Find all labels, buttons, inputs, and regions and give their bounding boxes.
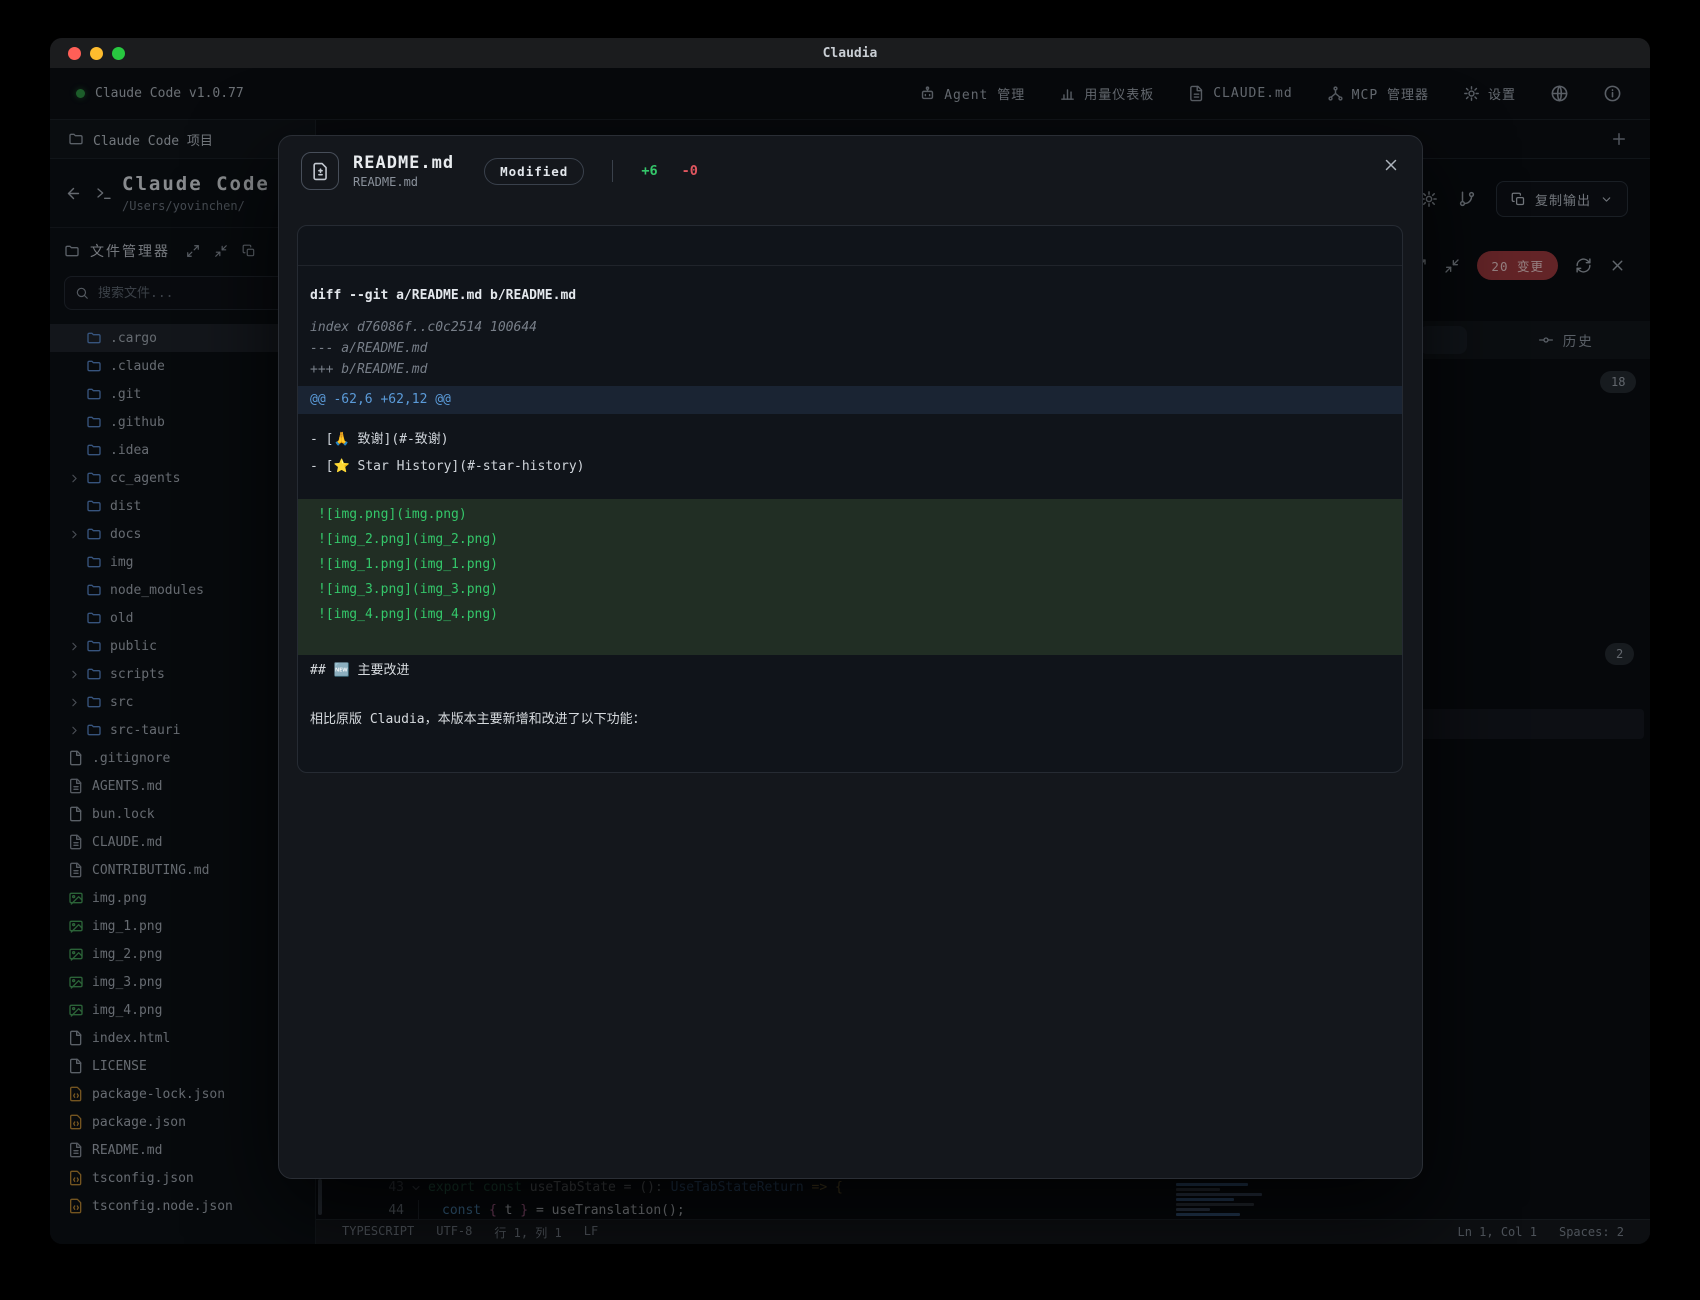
diff-added-line: ![img.png](img.png) — [298, 502, 1402, 527]
diff-added-line: ![img_2.png](img_2.png) — [298, 527, 1402, 552]
window-title: Claudia — [50, 46, 1650, 61]
diff-meta-line: --- a/README.md — [298, 338, 1402, 359]
diff-context-line: - [⭐ Star History](#-star-history) — [298, 453, 1402, 480]
diff-header-line: diff --git a/README.md b/README.md — [298, 282, 1402, 309]
titlebar: Claudia — [50, 38, 1650, 68]
diff-card-toolbar — [298, 226, 1402, 266]
screen: Claudia Claude Code v1.0.77 Agent 管理 用量仪… — [0, 0, 1700, 1300]
modal-close-icon[interactable] — [1382, 156, 1400, 174]
diff-context-line: - [🙏 致谢](#-致谢) — [298, 426, 1402, 453]
diff-context-heading: ## 🆕 主要改进 — [298, 657, 1402, 684]
modal-title: README.md — [353, 153, 454, 173]
diff-meta-line: +++ b/README.md — [298, 359, 1402, 380]
file-diff-icon — [301, 152, 339, 190]
deletions-count: -0 — [682, 163, 698, 179]
diff-context-paragraph: 相比原版 Claudia，本版本主要新增和改进了以下功能： — [298, 706, 1402, 733]
diff-meta-line: index d76086f..c0c2514 100644 — [298, 317, 1402, 338]
diff-card: diff --git a/README.md b/README.md index… — [297, 225, 1403, 773]
additions-count: +6 — [641, 163, 657, 179]
diff-added-block: ![img.png](img.png) ![img_2.png](img_2.p… — [298, 499, 1402, 655]
diff-added-line: ![img_4.png](img_4.png) — [298, 602, 1402, 627]
diff-added-line — [298, 627, 1402, 652]
divider — [612, 160, 613, 182]
diff-added-line: ![img_3.png](img_3.png) — [298, 577, 1402, 602]
diff-modal: README.md README.md Modified +6 -0 diff … — [278, 135, 1423, 1179]
diff-hunk-header: @@ -62,6 +62,12 @@ — [298, 386, 1402, 414]
app-window: Claudia Claude Code v1.0.77 Agent 管理 用量仪… — [50, 38, 1650, 1244]
modal-subtitle: README.md — [353, 175, 454, 189]
diff-added-line: ![img_1.png](img_1.png) — [298, 552, 1402, 577]
modified-badge: Modified — [484, 158, 584, 185]
diff-modal-header: README.md README.md Modified +6 -0 — [279, 136, 1422, 190]
diff-content: diff --git a/README.md b/README.md index… — [298, 266, 1402, 733]
